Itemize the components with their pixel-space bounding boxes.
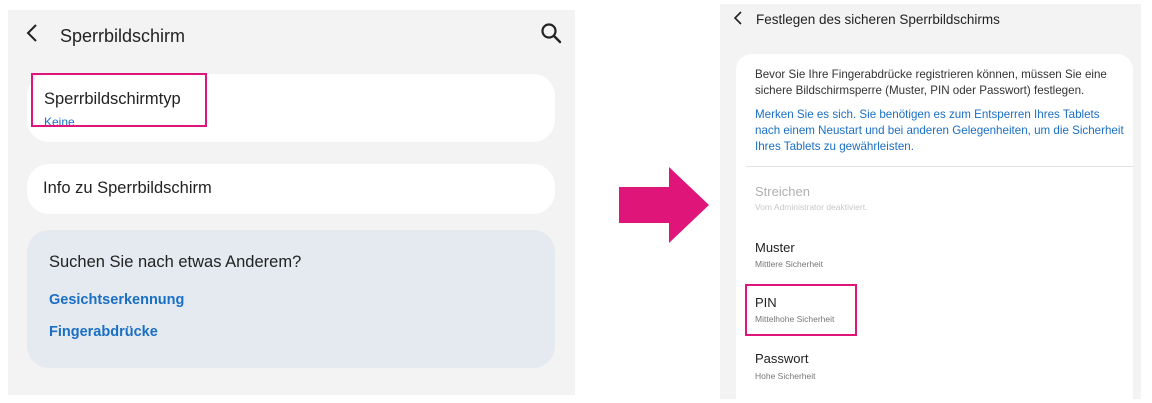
option-pattern-subtitle: Mittlere Sicherheit: [755, 259, 824, 269]
lock-screen-info-label: Info zu Sperrbildschirm: [43, 179, 212, 197]
option-password-subtitle: Hohe Sicherheit: [755, 371, 816, 381]
option-pattern-title[interactable]: Muster: [755, 240, 795, 255]
suggestions-title: Suchen Sie nach etwas Anderem?: [49, 253, 302, 271]
lock-screen-type-highlight: [31, 73, 207, 127]
lock-screen-settings-panel: Sperrbildschirm Sperrbildschirmtyp Keine…: [8, 10, 575, 395]
page-title: Sperrbildschirm: [60, 26, 186, 46]
back-button[interactable]: [25, 22, 39, 50]
suggestions-card: Suchen Sie nach etwas Anderem? Gesichtse…: [27, 230, 555, 368]
option-swipe-title: Streichen: [755, 184, 810, 199]
arrow-right-icon: [619, 167, 709, 243]
back-button[interactable]: [733, 10, 743, 32]
option-swipe-subtitle: Vom Administrator deaktiviert.: [755, 202, 868, 212]
face-recognition-link[interactable]: Gesichtserkennung: [49, 292, 184, 308]
secure-lock-screen-panel: Festlegen des sicheren Sperrbildschirms …: [720, 4, 1141, 399]
description-text: Bevor Sie Ihre Fingerabdrücke registrier…: [755, 68, 1107, 97]
chevron-left-icon: [733, 11, 742, 25]
lock-options-card: Bevor Sie Ihre Fingerabdrücke registrier…: [736, 54, 1133, 399]
search-button[interactable]: [540, 22, 566, 48]
lock-screen-info-item[interactable]: Info zu Sperrbildschirm: [27, 164, 555, 214]
search-icon: [541, 23, 562, 44]
header-bar: Sperrbildschirm: [8, 10, 575, 60]
option-password-title[interactable]: Passwort: [755, 351, 808, 366]
fingerprints-link[interactable]: Fingerabdrücke: [49, 324, 158, 340]
note-text: Merken Sie es sich. Sie benötigen es zum…: [755, 108, 1124, 153]
divider: [746, 166, 1133, 167]
pin-option-highlight: [745, 284, 857, 336]
page-title: Festlegen des sicheren Sperrbildschirms: [756, 12, 1000, 27]
chevron-left-icon: [26, 24, 37, 42]
